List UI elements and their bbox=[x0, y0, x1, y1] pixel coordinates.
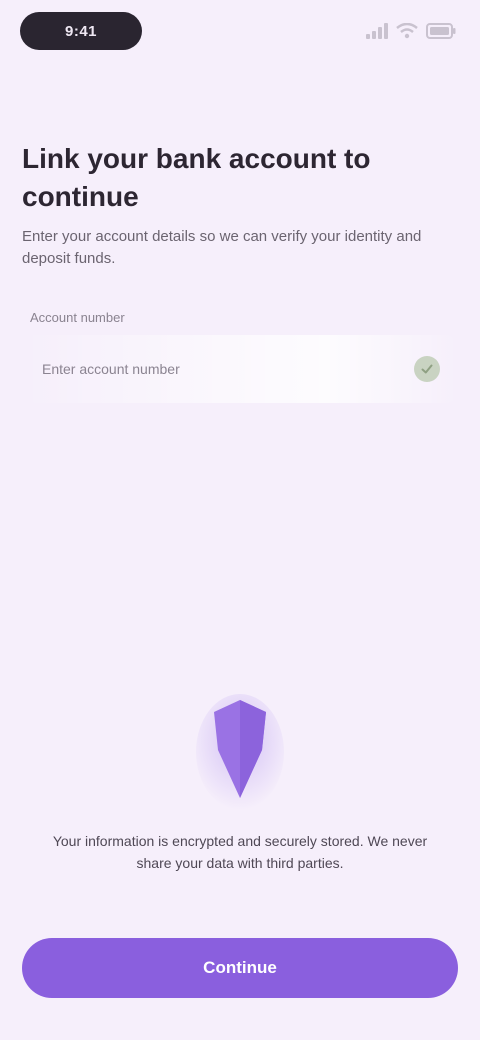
battery-icon bbox=[426, 23, 456, 39]
status-time: 9:41 bbox=[20, 12, 142, 50]
shield-illustration-icon bbox=[196, 694, 284, 810]
wifi-icon bbox=[396, 23, 418, 39]
account-number-field-wrapper bbox=[22, 335, 458, 403]
continue-button[interactable]: Continue bbox=[22, 938, 458, 998]
security-notice: Your information is encrypted and secure… bbox=[52, 833, 428, 871]
account-number-label: Account number bbox=[30, 310, 125, 325]
signal-icon bbox=[366, 23, 388, 39]
page-title: Link your bank account to continue bbox=[22, 143, 371, 212]
check-icon bbox=[414, 356, 440, 382]
account-number-input[interactable] bbox=[22, 335, 458, 403]
page-subtitle: Enter your account details so we can ver… bbox=[22, 228, 422, 267]
status-bar: 9:41 bbox=[0, 0, 480, 64]
status-icons bbox=[366, 18, 456, 44]
